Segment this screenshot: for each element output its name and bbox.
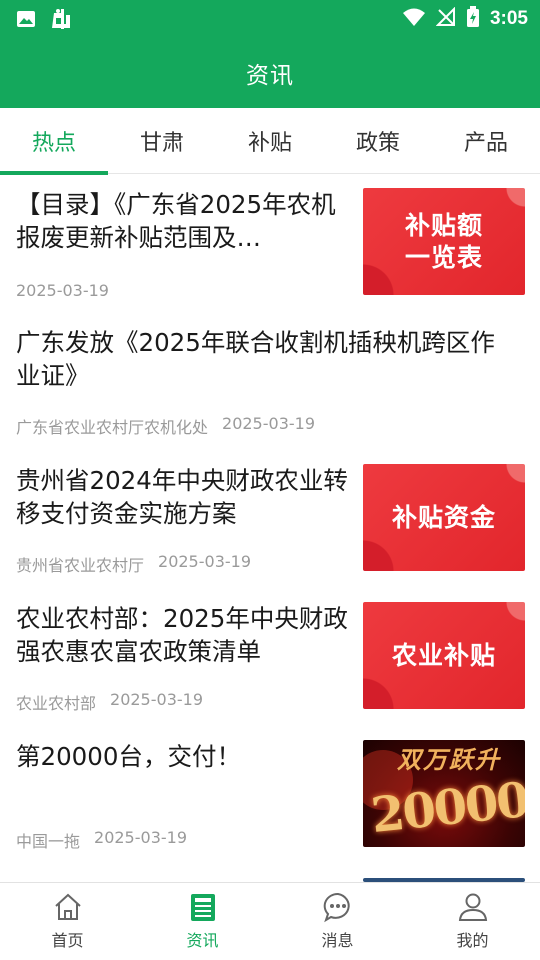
tab-gansu[interactable]: 甘肃 [108,108,216,174]
news-meta: 中国一拖 2025-03-19 [16,828,187,852]
news-title: 【目录】《广东省2025年农机报废更新补贴范围及… [16,190,336,252]
tab-policy[interactable]: 政策 [324,108,432,174]
battery-icon [466,6,480,32]
tab-hot[interactable]: 热点 [0,108,108,175]
news-item-partial[interactable] [0,864,540,882]
status-right: 3:05 [402,6,528,32]
news-date: 2025-03-19 [94,828,187,847]
status-bar: 3:05 [0,0,540,38]
news-thumbnail: 补贴资金 [363,464,525,571]
nav-news[interactable]: 资讯 [135,883,270,960]
news-meta: 贵州省农业农村厅 2025-03-19 [16,552,251,576]
bug-icon [50,7,74,35]
nav-label: 资讯 [186,931,219,950]
news-date: 2025-03-19 [110,690,203,709]
thumbnail-headline: 双万跃升 [397,745,501,774]
news-thumbnail: 双万跃升 20000 [363,740,525,847]
nav-label: 我的 [456,931,489,950]
news-date: 2025-03-19 [222,414,315,433]
news-feed: 【目录】《广东省2025年农机报废更新补贴范围及… 2025-03-19 补贴额… [0,174,540,882]
news-meta: 农业农村部 2025-03-19 [16,690,203,714]
nav-home[interactable]: 首页 [0,883,135,960]
clock-time: 3:05 [489,8,528,29]
news-title: 第20000台，交付！ [16,742,241,771]
tab-subsidy[interactable]: 补贴 [216,108,324,174]
news-item[interactable]: 第20000台，交付！ 中国一拖 2025-03-19 双万跃升 20000 [0,726,540,864]
news-meta: 2025-03-19 [16,281,109,300]
nav-label: 消息 [321,931,354,950]
category-tabs: 热点 甘肃 补贴 政策 产品 [0,108,540,175]
wifi-icon [402,7,426,31]
news-source: 广东省农业农村厅农机化处 [16,418,209,437]
status-left [16,7,74,35]
chat-icon [322,891,354,923]
news-source: 农业农村部 [16,694,97,713]
news-date: 2025-03-19 [16,281,109,300]
thumbnail-caption: 补贴额 一览表 [404,210,483,272]
gallery-icon [16,9,36,33]
news-source: 贵州省农业农村厅 [16,556,145,575]
nav-messages[interactable]: 消息 [270,883,405,960]
news-title: 贵州省2024年中央财政农业转移支付资金实施方案 [16,466,348,528]
bottom-nav: 首页 资讯 消息 我的 [0,882,540,960]
nav-label: 首页 [51,931,84,950]
news-icon [187,891,219,923]
tab-products[interactable]: 产品 [432,108,540,174]
news-item[interactable]: 广东发放《2025年联合收割机插秧机跨区作业证》 广东省农业农村厅农机化处 20… [0,312,540,450]
news-date: 2025-03-19 [158,552,251,571]
news-item[interactable]: 农业农村部：2025年中央财政强农惠农富农政策清单 农业农村部 2025-03-… [0,588,540,726]
news-source: 中国一拖 [16,832,81,851]
app-bar: 资讯 [0,38,540,108]
news-title: 广东发放《2025年联合收割机插秧机跨区作业证》 [16,328,495,390]
news-meta: 广东省农业农村厅农机化处 2025-03-19 [16,414,315,438]
news-item[interactable]: 【目录】《广东省2025年农机报废更新补贴范围及… 2025-03-19 补贴额… [0,174,540,312]
news-item[interactable]: 贵州省2024年中央财政农业转移支付资金实施方案 贵州省农业农村厅 2025-0… [0,450,540,588]
signal-icon [435,6,456,31]
thumbnail-caption: 农业补贴 [391,640,496,670]
page-title: 资讯 [246,63,294,89]
nav-profile[interactable]: 我的 [405,883,540,960]
news-thumbnail: 补贴额 一览表 [363,188,525,295]
thumbnail-caption: 补贴资金 [391,502,496,532]
user-icon [457,891,489,923]
news-title: 农业农村部：2025年中央财政强农惠农富农政策清单 [16,604,348,666]
home-icon [52,891,84,923]
news-thumbnail: 农业补贴 [363,602,525,709]
